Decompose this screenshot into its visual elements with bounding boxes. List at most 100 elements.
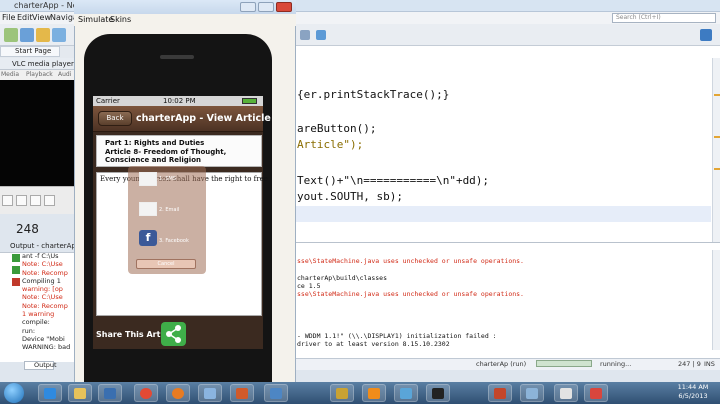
taskbar-java-sim[interactable] <box>554 384 578 402</box>
close-icon[interactable] <box>276 2 292 12</box>
new-project-icon[interactable] <box>4 28 18 42</box>
netbeans-icon <box>270 388 282 399</box>
new-file-icon[interactable] <box>20 28 34 42</box>
caret-position: 247 | 9 <box>678 360 701 368</box>
chrome-icon <box>140 388 152 399</box>
taskbar-cmd[interactable] <box>426 384 450 402</box>
rerun-different-icon[interactable] <box>12 266 20 274</box>
output-line: Note: C:\Use <box>22 293 63 302</box>
vlc-menu-media[interactable]: Media <box>1 70 19 80</box>
firefox-icon <box>172 388 184 399</box>
taskbar-vlc[interactable] <box>362 384 386 402</box>
start-button[interactable] <box>4 383 24 403</box>
warning-marker[interactable] <box>714 94 720 96</box>
rerun-icon[interactable] <box>12 254 20 262</box>
code-line[interactable]: areButton(); <box>297 122 376 135</box>
taskbar-snip[interactable] <box>584 384 608 402</box>
java-icon <box>236 388 248 399</box>
article-title-line1: Article 8- Freedom of Thought, <box>105 147 227 156</box>
taskbar-firefox[interactable] <box>166 384 190 402</box>
sms-icon[interactable] <box>139 172 157 186</box>
next-icon[interactable] <box>44 195 55 206</box>
maximize-icon[interactable] <box>258 2 274 12</box>
taskbar-paint[interactable] <box>394 384 418 402</box>
menu-view[interactable]: View <box>32 12 51 24</box>
open-project-icon[interactable] <box>36 28 50 42</box>
editor-scrollbar[interactable] <box>712 58 720 242</box>
search-input[interactable]: Search (Ctrl+I) <box>612 13 716 23</box>
taskbar-clock[interactable]: 11:44 AM 6/5/2013 <box>668 383 718 403</box>
tab-output[interactable]: Output <box>24 361 57 370</box>
share-button[interactable] <box>161 322 186 346</box>
current-line-highlight <box>296 206 711 222</box>
ide-statusbar: charterAp (run) running... 247 | 9 INS <box>296 358 720 370</box>
code-line[interactable]: yout.SOUTH, sb); <box>297 190 403 203</box>
vlc-menu-audio[interactable]: Audi <box>58 70 71 80</box>
toolbar-nav-icon[interactable] <box>316 30 326 40</box>
clock-date: 6/5/2013 <box>678 392 708 400</box>
taskbar-java[interactable] <box>230 384 254 402</box>
taskbar-recorder[interactable] <box>488 384 512 402</box>
taskbar-network[interactable] <box>520 384 544 402</box>
cmd-icon <box>432 388 444 399</box>
taskbar-ie[interactable] <box>38 384 62 402</box>
article-title-line2: Conscience and Religion <box>105 156 202 164</box>
taskbar-fireworks[interactable] <box>330 384 354 402</box>
warning-marker[interactable] <box>714 136 720 138</box>
running-label: running... <box>600 360 632 368</box>
play-icon[interactable] <box>2 195 13 206</box>
minimize-icon[interactable] <box>240 2 256 12</box>
build-scrollbar[interactable] <box>712 250 720 350</box>
output-line: warning: [op <box>22 285 63 294</box>
code-line[interactable]: Article"); <box>297 138 363 151</box>
build-line: driver to at least version 8.15.10.2302 <box>297 340 450 348</box>
folder-icon <box>74 388 86 399</box>
output-lines: ant -f C:\Us Note: C:\Use Note: Recomp C… <box>22 252 74 352</box>
warning-marker[interactable] <box>714 168 720 170</box>
app-icon <box>204 388 216 399</box>
clock-time: 11:44 AM <box>677 383 709 391</box>
share-sms-label[interactable]: 1. SMS <box>159 176 176 182</box>
output-line: ant -f C:\Us <box>22 252 59 260</box>
menu-file[interactable]: File <box>2 12 15 24</box>
carrier-label: Carrier <box>96 97 120 105</box>
code-line[interactable]: Text()+"\n===========\n"+dd); <box>297 174 489 187</box>
tab-start-page[interactable]: Start Page <box>0 46 60 57</box>
stop-icon[interactable] <box>30 195 41 206</box>
vlc-menubar: Media Playback Audi <box>0 70 74 80</box>
nav-title: charterApp - View Article <box>136 113 271 124</box>
vlc-menu-playback[interactable]: Playback <box>26 70 53 80</box>
java-sim-icon <box>560 388 572 399</box>
build-line: ce 1.5 <box>297 282 321 290</box>
output-line: run: <box>22 326 36 335</box>
prev-icon[interactable] <box>16 195 27 206</box>
snip-icon <box>590 388 602 399</box>
share-icon <box>166 325 181 343</box>
share-facebook-label[interactable]: 3. Facebook <box>159 238 189 244</box>
build-line: sse\StateMachine.java uses unchecked or … <box>297 257 524 265</box>
toolbar-menu-icon[interactable] <box>700 29 712 41</box>
toolbar-arrow-icon[interactable] <box>300 30 310 40</box>
email-icon[interactable] <box>139 202 157 216</box>
taskbar-explorer[interactable] <box>68 384 92 402</box>
share-cancel-button[interactable]: Cancel <box>136 259 196 269</box>
fireworks-icon <box>336 388 348 399</box>
save-all-icon[interactable] <box>52 28 66 42</box>
menu-simulate[interactable]: Simulate <box>78 14 113 26</box>
output-line: Note: Recomp <box>22 301 68 310</box>
network-icon <box>526 388 538 399</box>
stop-build-icon[interactable] <box>12 278 20 286</box>
menu-edit[interactable]: Edit <box>17 12 33 24</box>
taskbar-netbeans[interactable] <box>264 384 288 402</box>
back-button[interactable]: Back <box>98 111 132 126</box>
phone-statusbar: Carrier 10:02 PM <box>93 96 263 106</box>
taskbar-chrome[interactable] <box>134 384 158 402</box>
output-panel-title[interactable]: Output - charterAp <box>10 242 76 250</box>
code-line[interactable]: {er.printStackTrace();} <box>297 88 449 101</box>
facebook-icon[interactable]: f <box>139 230 157 246</box>
taskbar-media[interactable] <box>98 384 122 402</box>
menu-skins[interactable]: Skins <box>110 14 131 26</box>
share-email-label[interactable]: 2. Email <box>159 207 179 213</box>
taskbar-app[interactable] <box>198 384 222 402</box>
run-status[interactable]: charterAp (run) <box>476 359 526 370</box>
